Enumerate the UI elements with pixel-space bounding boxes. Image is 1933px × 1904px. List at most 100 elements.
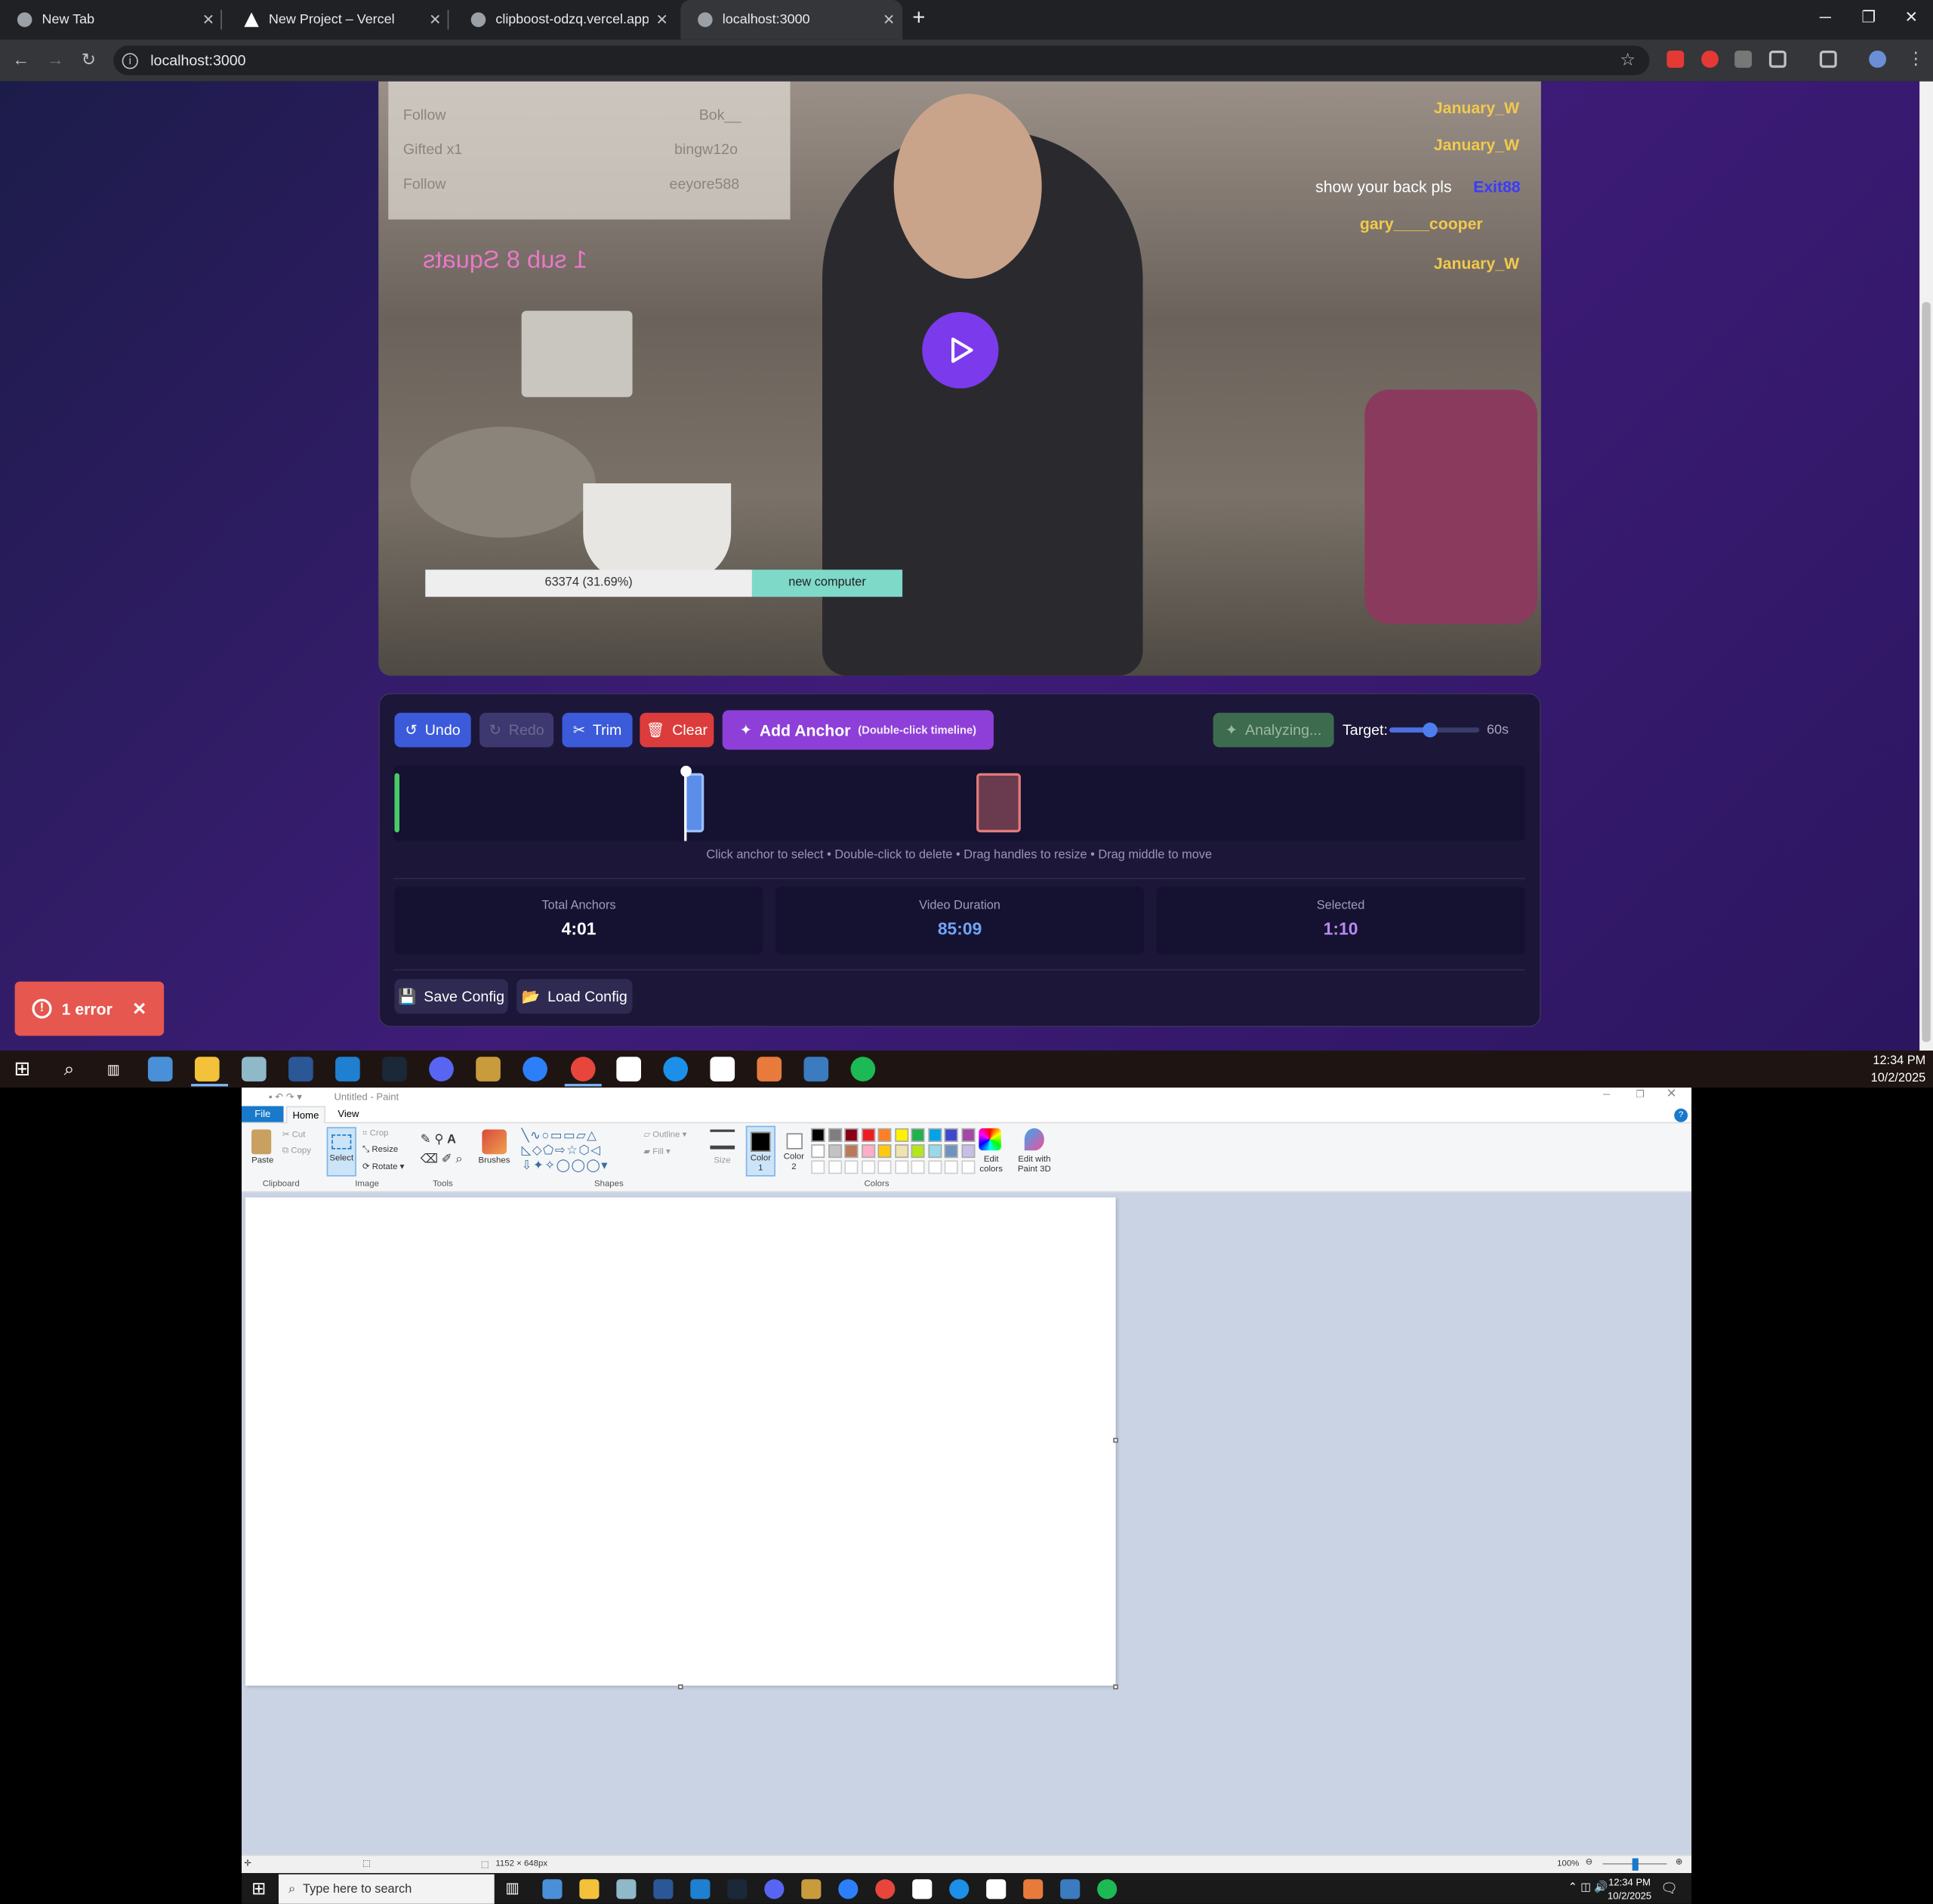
restore-icon[interactable]: ❐ — [1861, 8, 1876, 27]
copy-button[interactable]: ⧉ Copy — [282, 1146, 311, 1156]
palette-swatch[interactable] — [944, 1128, 958, 1142]
add-anchor-button[interactable]: ✦ Add Anchor (Double-click timeline) — [722, 710, 994, 750]
palette-swatch-empty[interactable] — [927, 1160, 942, 1174]
resize-handle[interactable] — [1113, 1684, 1118, 1690]
vscode-icon[interactable] — [335, 1057, 360, 1082]
playhead-handle[interactable] — [680, 765, 692, 777]
menu-kebab-icon[interactable]: ⋮ — [1907, 48, 1925, 69]
back-icon[interactable]: ← — [12, 49, 29, 69]
close-tab-icon[interactable]: ✕ — [421, 11, 449, 29]
file-explorer-icon[interactable] — [579, 1879, 600, 1899]
redo-button[interactable]: ↻ Redo — [479, 712, 554, 748]
palette-swatch[interactable] — [960, 1144, 975, 1159]
chrome-icon[interactable] — [875, 1879, 896, 1899]
close-tab-icon[interactable]: ✕ — [195, 11, 222, 29]
palette-swatch[interactable] — [911, 1144, 925, 1159]
size-icon[interactable] — [710, 1129, 735, 1149]
windows-start-icon[interactable]: ⊞ — [251, 1878, 266, 1899]
palette-swatch[interactable] — [927, 1144, 942, 1159]
app-icon[interactable] — [803, 1057, 829, 1082]
notion-icon[interactable] — [986, 1879, 1007, 1899]
load-config-button[interactable]: 📂 Load Config — [516, 979, 633, 1014]
scrollbar-thumb[interactable] — [1922, 302, 1931, 1042]
palette-swatch[interactable] — [927, 1128, 942, 1142]
color1-button[interactable]: Color 1 — [745, 1125, 775, 1177]
palette-swatch-empty[interactable] — [861, 1160, 875, 1174]
windows-start-icon[interactable]: ⊞ — [10, 1057, 35, 1082]
palette-swatch-empty[interactable] — [877, 1160, 892, 1174]
app-icon[interactable] — [838, 1879, 859, 1899]
tab-new-tab[interactable]: New Tab ✕ — [0, 0, 222, 39]
tab-search-icon[interactable] — [1819, 50, 1837, 68]
paint-canvas[interactable] — [245, 1197, 1116, 1686]
app-icon[interactable] — [663, 1057, 689, 1082]
file-explorer-icon[interactable] — [194, 1057, 220, 1082]
help-icon[interactable]: ? — [1674, 1108, 1688, 1122]
palette-swatch[interactable] — [861, 1144, 875, 1159]
tray-icons[interactable]: ⌃ ◫ 🔊 — [1568, 1881, 1608, 1894]
palette-swatch[interactable] — [960, 1128, 975, 1142]
cut-button[interactable]: ✂ Cut — [282, 1130, 306, 1139]
close-icon[interactable]: ✕ — [132, 998, 146, 1020]
zoom-out-icon[interactable]: ⊖ — [1586, 1857, 1593, 1866]
spotify-icon[interactable] — [1097, 1879, 1118, 1899]
paste-icon[interactable] — [251, 1129, 272, 1155]
taskbar-search[interactable]: ⌕ Type here to search — [278, 1874, 495, 1904]
league-icon[interactable] — [801, 1879, 822, 1899]
address-bar[interactable]: i localhost:3000 — [113, 45, 1650, 76]
reload-icon[interactable]: ↻ — [82, 49, 96, 70]
select-button[interactable]: Select — [326, 1127, 356, 1177]
pocket-extension-icon[interactable] — [1666, 50, 1685, 68]
tab-file[interactable]: File — [242, 1106, 284, 1122]
edit-with-paint3d-button[interactable]: Edit with Paint 3D — [1013, 1156, 1056, 1175]
palette-swatch[interactable] — [877, 1128, 892, 1142]
tab-clipboost[interactable]: clipboost-odzq.vercel.app ✕ — [454, 0, 676, 39]
discord-icon[interactable] — [429, 1057, 454, 1082]
tools-icons[interactable]: ⌫✐⌕ — [421, 1153, 467, 1167]
target-slider-thumb[interactable] — [1422, 722, 1438, 738]
spotify-icon[interactable] — [850, 1057, 876, 1082]
app-icon[interactable] — [147, 1057, 173, 1082]
taskbar-clock[interactable]: 12:34 PM 10/2/2025 — [1871, 1053, 1926, 1088]
resize-handle[interactable] — [677, 1684, 683, 1690]
palette-swatch[interactable] — [877, 1144, 892, 1159]
palette-swatch[interactable] — [828, 1128, 842, 1142]
target-slider[interactable] — [1389, 722, 1480, 738]
task-view-icon[interactable]: ▥ — [101, 1057, 126, 1082]
forward-icon[interactable]: → — [47, 49, 64, 69]
trim-button[interactable]: ✂ Trim — [562, 712, 633, 748]
timeline-start-marker[interactable] — [394, 773, 399, 833]
tab-vercel[interactable]: New Project – Vercel ✕ — [227, 0, 449, 39]
palette-swatch[interactable] — [911, 1128, 925, 1142]
restore-icon[interactable]: ❐ — [1635, 1089, 1645, 1100]
palette-swatch-empty[interactable] — [911, 1160, 925, 1174]
brushes-button[interactable]: Brushes — [478, 1156, 510, 1165]
powershell-icon[interactable] — [288, 1057, 313, 1082]
palette-swatch-empty[interactable] — [894, 1160, 908, 1174]
steam-icon[interactable] — [727, 1879, 748, 1899]
palette-swatch[interactable] — [844, 1128, 859, 1142]
palette-swatch[interactable] — [844, 1144, 859, 1159]
fill-button[interactable]: ▰ Fill ▾ — [643, 1146, 671, 1156]
profile-avatar[interactable] — [1869, 50, 1887, 68]
palette-swatch-empty[interactable] — [828, 1160, 842, 1174]
anchor-segment-selected[interactable] — [684, 773, 704, 833]
resize-button[interactable]: ⤡ Resize — [362, 1146, 398, 1156]
app-icon[interactable] — [523, 1057, 547, 1082]
palette-swatch-empty[interactable] — [811, 1160, 825, 1174]
outline-button[interactable]: ▱ Outline ▾ — [643, 1130, 686, 1139]
shapes-gallery[interactable]: ╲∿○▭▭▱△ ◺◇⬠⇨☆⬡◁ ⇩✦✧◯◯◯▾ — [522, 1130, 635, 1177]
save-config-button[interactable]: 💾 Save Config — [394, 979, 508, 1014]
paint3d-icon[interactable] — [1024, 1128, 1044, 1151]
extensions-puzzle-icon[interactable] — [1768, 50, 1787, 68]
palette-swatch[interactable] — [828, 1144, 842, 1159]
capcut-icon[interactable] — [912, 1879, 933, 1899]
playhead[interactable] — [684, 772, 687, 841]
minimize-icon[interactable]: ─ — [1820, 8, 1831, 26]
app-icon[interactable] — [757, 1057, 782, 1082]
timeline[interactable] — [393, 765, 1525, 841]
capcut-icon[interactable] — [616, 1057, 642, 1082]
app-icon[interactable] — [949, 1879, 970, 1899]
rotate-button[interactable]: ⟳ Rotate ▾ — [362, 1162, 404, 1171]
play-button[interactable] — [922, 312, 999, 389]
